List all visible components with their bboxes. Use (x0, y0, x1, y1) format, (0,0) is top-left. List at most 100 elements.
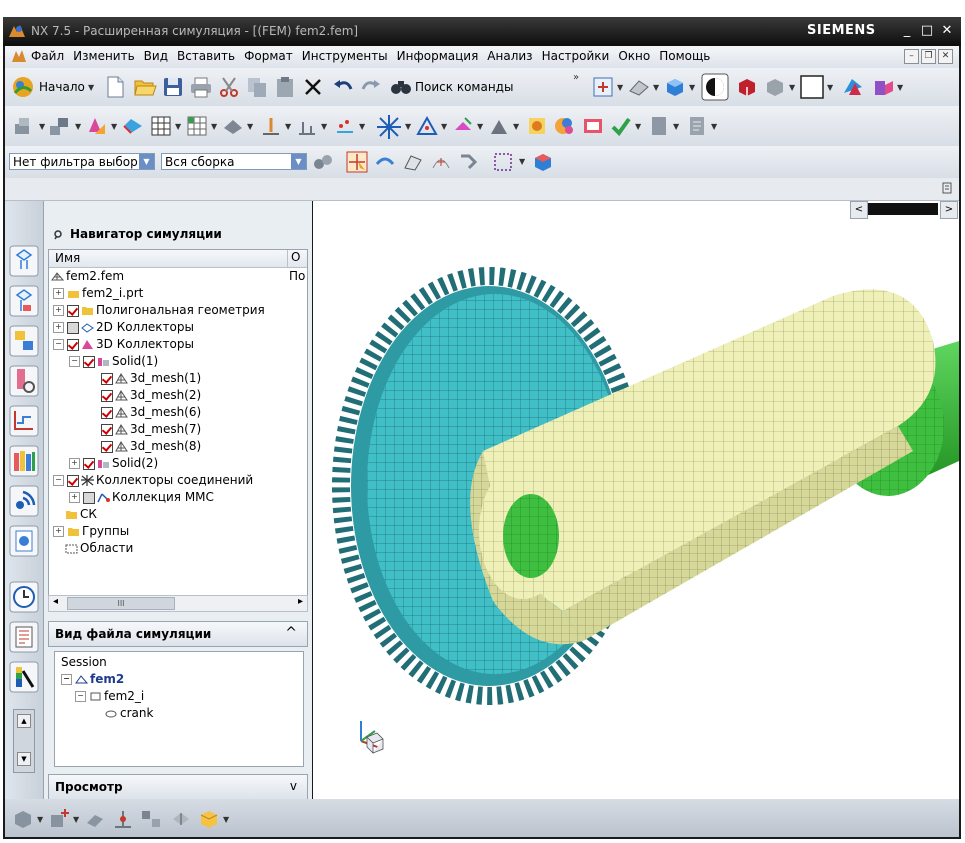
scroll-right-arrow-icon[interactable]: > (940, 201, 958, 219)
scroll-track[interactable] (868, 203, 938, 215)
tree-item-3d-mesh-2[interactable]: 3d_mesh(2) (101, 387, 201, 404)
mesh-points-icon[interactable] (111, 807, 135, 831)
tree-item-3d-mesh-6[interactable]: 3d_mesh(6) (101, 404, 201, 421)
tree-item-mmc-collection[interactable]: + Коллекция MMC (69, 489, 214, 506)
orient-view-icon[interactable] (627, 75, 651, 99)
column-name-header[interactable]: Имя (55, 251, 80, 265)
history-tab-icon[interactable] (9, 525, 39, 557)
reuse-library-tab-icon[interactable] (9, 445, 39, 477)
tree-item-fem2-fem[interactable]: fem2.fem (51, 268, 124, 285)
collapse-chevron-icon[interactable]: ^ (285, 625, 297, 641)
polygon-geometry-icon[interactable] (47, 114, 71, 138)
element-check-icon[interactable] (415, 114, 439, 138)
shaded-box-icon[interactable] (663, 75, 687, 99)
mdi-close-button[interactable]: ✕ (938, 49, 953, 64)
element-table-icon[interactable] (149, 114, 173, 138)
sim-item-fem2[interactable]: − fem2 (61, 671, 124, 688)
print-icon[interactable] (189, 75, 213, 99)
clock-icon[interactable] (9, 581, 39, 613)
maximize-button[interactable]: □ (917, 22, 937, 40)
mdi-minimize-button[interactable]: – (904, 49, 919, 64)
rectangle-select-icon[interactable] (491, 150, 515, 174)
sweep-mesh-icon[interactable] (83, 807, 107, 831)
pin-icon[interactable] (52, 229, 64, 241)
node-table-icon[interactable] (185, 114, 209, 138)
fem-model-render[interactable] (313, 201, 959, 799)
expand-icon[interactable]: + (69, 458, 80, 469)
tree-item-polygon-geometry[interactable]: + Полигональная геометрия (53, 302, 265, 319)
menu-preferences[interactable]: Настройки (542, 49, 610, 63)
tree-item-3d-collectors[interactable]: − 3D Коллекторы (53, 336, 194, 353)
section-view-icon[interactable] (841, 75, 865, 99)
scroll-down-arrow-icon[interactable]: ▼ (17, 752, 31, 766)
menu-tools[interactable]: Инструменты (302, 49, 388, 63)
undo-icon[interactable] (331, 75, 355, 99)
edge-display-icon[interactable] (735, 75, 759, 99)
node-create-icon[interactable] (333, 114, 357, 138)
copy-icon[interactable] (245, 75, 269, 99)
close-button[interactable]: ✕ (937, 22, 957, 40)
background-icon[interactable] (799, 74, 825, 100)
renumber-icon[interactable] (553, 114, 577, 138)
report-icon[interactable] (647, 114, 671, 138)
mesh-quality-icon[interactable] (451, 114, 475, 138)
roles-tab-icon[interactable] (9, 661, 39, 693)
visibility-checkbox[interactable] (67, 474, 79, 487)
fit-view-icon[interactable] (591, 75, 615, 99)
element-edit-icon[interactable] (295, 114, 319, 138)
mesh-collector-icon[interactable] (85, 114, 109, 138)
element-create-icon[interactable] (121, 114, 145, 138)
resource-bar-scroll[interactable]: ▲ ▼ (13, 709, 35, 773)
type-filter-select[interactable]: Нет фильтра выбор ▼ (9, 153, 155, 170)
open-folder-icon[interactable] (133, 75, 157, 99)
redo-icon[interactable] (359, 75, 383, 99)
expand-icon[interactable]: + (53, 305, 64, 316)
visibility-checkbox[interactable] (67, 304, 79, 317)
collapse-icon[interactable]: − (69, 356, 80, 367)
node-move-icon[interactable] (259, 114, 283, 138)
solid-mesh-icon[interactable] (11, 807, 35, 831)
new-file-icon[interactable] (103, 75, 127, 99)
spider-element-icon[interactable] (375, 113, 403, 141)
constraint-navigator-tab-icon[interactable] (9, 365, 39, 397)
menu-window[interactable]: Окно (618, 49, 650, 63)
assembly-navigator-tab-icon[interactable] (9, 325, 39, 357)
snap-point-icon[interactable] (345, 150, 369, 174)
part-navigator-tab-icon[interactable] (9, 285, 39, 317)
scroll-left-arrow-icon[interactable]: < (850, 201, 868, 219)
scope-select[interactable]: Вся сборка ▼ (161, 153, 307, 170)
minimize-button[interactable]: _ (897, 22, 917, 40)
tree-item-connection-collectors[interactable]: − Коллекторы соединений (53, 472, 253, 489)
cut-icon[interactable] (217, 75, 241, 99)
check-mark-icon[interactable] (609, 114, 633, 138)
tree-item-3d-mesh-7[interactable]: 3d_mesh(7) (101, 421, 201, 438)
expand-icon[interactable]: + (53, 322, 64, 333)
cube-select-icon[interactable] (531, 150, 555, 174)
expand-chevron-icon[interactable]: v (290, 779, 297, 793)
collapse-icon[interactable]: − (75, 691, 86, 702)
collapse-icon[interactable]: − (61, 674, 72, 685)
system-materials-tab-icon[interactable] (9, 621, 39, 653)
graphics-viewport[interactable] (313, 201, 959, 799)
start-icon[interactable] (11, 75, 35, 99)
feature-point-icon[interactable] (401, 150, 425, 174)
tree-item-fem2-i-prt[interactable]: + fem2_i.prt (53, 285, 143, 302)
visibility-checkbox[interactable] (83, 457, 95, 470)
menu-analysis[interactable]: Анализ (487, 49, 532, 63)
visibility-checkbox[interactable] (101, 440, 113, 453)
menu-insert[interactable]: Вставить (177, 49, 235, 63)
tree-item-3d-mesh-1[interactable]: 3d_mesh(1) (101, 370, 201, 387)
mesh-control-icon[interactable] (139, 807, 163, 831)
point-on-curve-icon[interactable] (429, 150, 453, 174)
tree-item-regions[interactable]: Области (65, 540, 133, 557)
command-finder-button[interactable]: Поиск команды (415, 80, 513, 94)
rotate-icon[interactable] (457, 150, 481, 174)
history-chart-tab-icon[interactable] (9, 405, 39, 437)
expand-icon[interactable]: + (53, 288, 64, 299)
expand-icon[interactable]: + (53, 526, 64, 537)
clip-view-icon[interactable] (871, 75, 895, 99)
visibility-checkbox[interactable] (83, 355, 95, 368)
geometry-abstraction-icon[interactable] (197, 807, 221, 831)
display-mode-icon[interactable] (701, 73, 729, 101)
scroll-left-arrow-icon[interactable]: ◂ (53, 596, 58, 607)
